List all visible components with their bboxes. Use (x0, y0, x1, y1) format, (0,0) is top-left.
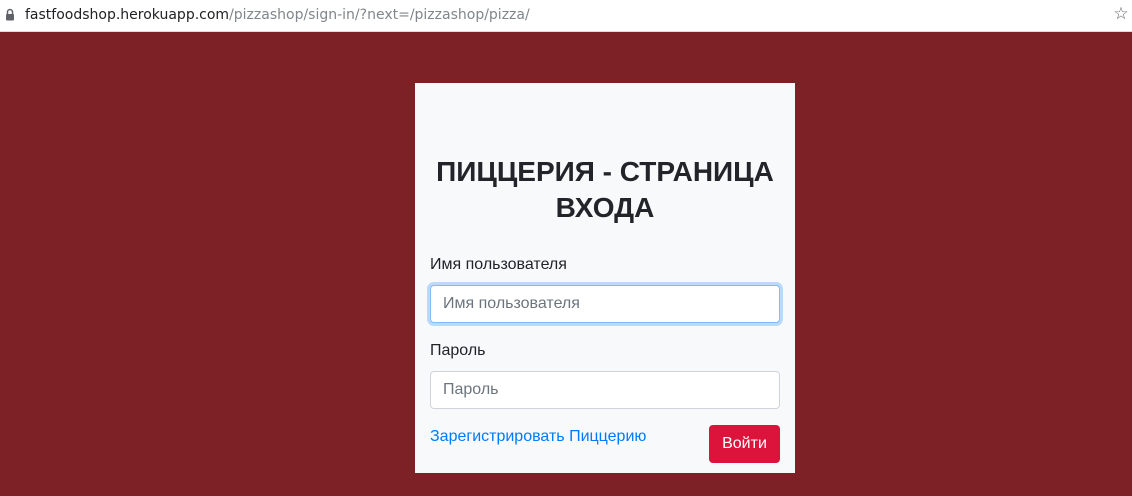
url-path: /pizzashop/sign-in/?next=/pizzashop/pizz… (229, 7, 530, 23)
url-host: fastfoodshop.herokuapp.com (25, 7, 230, 23)
password-label: Пароль (430, 342, 486, 359)
register-pizzeria-link[interactable]: Зарегистрировать Пиццерию (430, 427, 646, 447)
login-button[interactable]: Войти (709, 425, 780, 463)
password-input[interactable] (430, 371, 780, 409)
bookmark-star-icon[interactable]: ☆ (1112, 5, 1130, 23)
address-bar[interactable]: fastfoodshop.herokuapp.com/pizzashop/sig… (0, 0, 1132, 32)
url-text[interactable]: fastfoodshop.herokuapp.com/pizzashop/sig… (25, 6, 530, 24)
page-title: ПИЦЦЕРИЯ - СТРАНИЦА ВХОДА (436, 156, 774, 223)
username-input[interactable] (430, 285, 780, 323)
username-label: Имя пользователя (430, 256, 567, 273)
lock-icon[interactable] (5, 8, 15, 21)
login-card: ПИЦЦЕРИЯ - СТРАНИЦА ВХОДА Имя пользовате… (415, 83, 795, 473)
